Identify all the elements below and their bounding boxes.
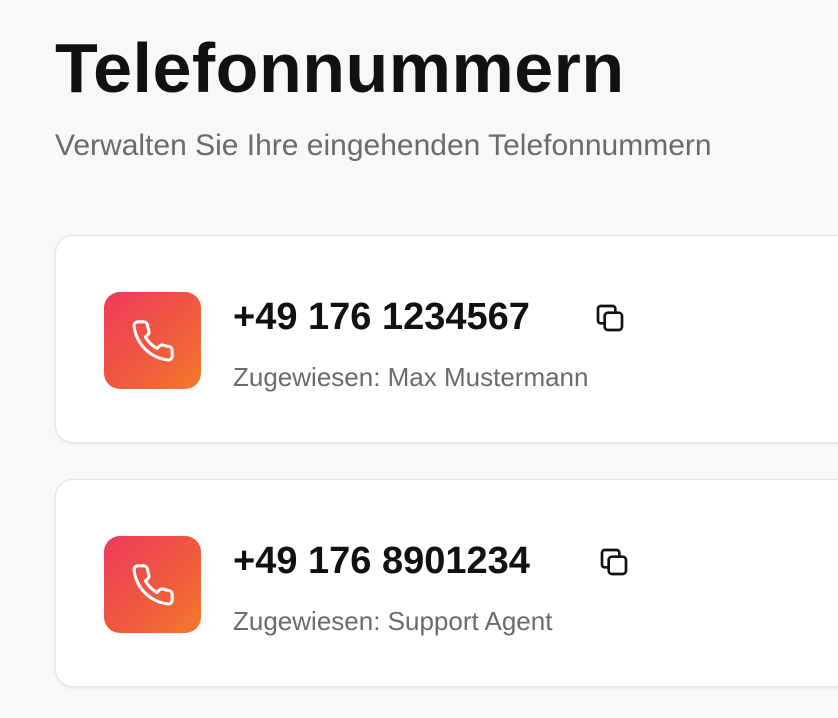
copy-number-button[interactable] xyxy=(590,298,630,338)
phone-number: +49 176 1234567 xyxy=(233,296,530,338)
copy-icon xyxy=(600,548,628,576)
phone-badge xyxy=(104,536,201,633)
assigned-to: Zugewiesen: Max Mustermann xyxy=(233,362,589,392)
page-title: Telefonnummern xyxy=(55,29,625,107)
assigned-to: Zugewiesen: Support Agent xyxy=(233,606,553,636)
phone-number: +49 176 8901234 xyxy=(233,540,530,582)
phone-number-card[interactable]: +49 176 8901234 Zugewiesen: Support Agen… xyxy=(55,479,838,687)
page-subtitle: Verwalten Sie Ihre eingehenden Telefonnu… xyxy=(55,129,712,162)
phone-badge xyxy=(104,292,201,389)
phone-icon xyxy=(132,319,174,362)
phone-numbers-page: Telefonnummern Verwalten Sie Ihre eingeh… xyxy=(0,0,838,718)
phone-number-card[interactable]: +49 176 1234567 Zugewiesen: Max Musterma… xyxy=(55,235,838,443)
phone-icon xyxy=(132,563,174,606)
copy-number-button[interactable] xyxy=(594,542,634,582)
copy-icon xyxy=(596,304,624,332)
